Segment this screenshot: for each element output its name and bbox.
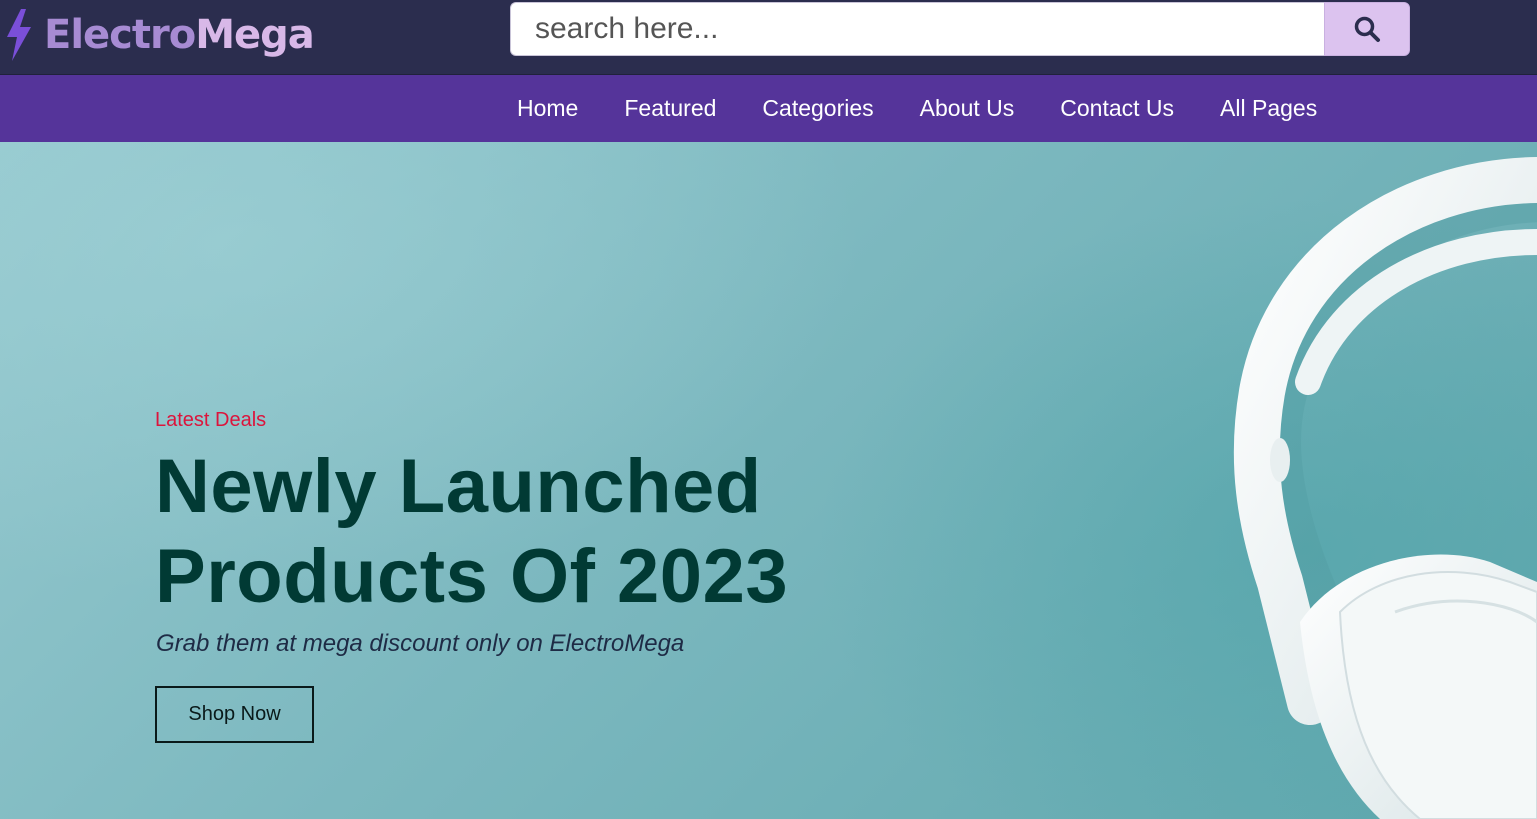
hero-headline-line1: Newly Launched bbox=[155, 444, 762, 529]
hero-headline-line2: Products Of 2023 bbox=[155, 534, 789, 619]
nav-link-featured[interactable]: Featured bbox=[601, 75, 739, 142]
top-header: Electro Mega bbox=[0, 0, 1537, 75]
lightning-bolt-icon bbox=[7, 9, 31, 61]
search-button[interactable] bbox=[1324, 2, 1410, 56]
nav-link-about-us[interactable]: About Us bbox=[897, 75, 1038, 142]
nav-item-featured: Featured bbox=[601, 75, 739, 142]
site-logo[interactable]: Electro Mega bbox=[4, 6, 315, 64]
search-input[interactable] bbox=[510, 2, 1324, 56]
nav-list: Home Featured Categories About Us Contac… bbox=[494, 75, 1340, 142]
hero-eyebrow: Latest Deals bbox=[155, 409, 267, 431]
nav-item-categories: Categories bbox=[739, 75, 896, 142]
magnifier-icon bbox=[1354, 16, 1380, 42]
main-nav: Home Featured Categories About Us Contac… bbox=[0, 75, 1537, 142]
logo-text-mega: Mega bbox=[195, 12, 315, 58]
nav-item-about: About Us bbox=[897, 75, 1038, 142]
nav-link-contact-us[interactable]: Contact Us bbox=[1037, 75, 1197, 142]
headphones-image bbox=[1233, 157, 1537, 819]
hero-headline: Newly Launched Products Of 2023 bbox=[155, 442, 915, 622]
search-bar bbox=[510, 2, 1410, 56]
nav-link-categories[interactable]: Categories bbox=[739, 75, 896, 142]
hero-banner: Latest Deals Newly Launched Products Of … bbox=[0, 142, 1537, 819]
nav-link-home[interactable]: Home bbox=[494, 75, 601, 142]
logo-text-electro: Electro bbox=[44, 12, 196, 58]
nav-item-all-pages: All Pages bbox=[1197, 75, 1340, 142]
nav-link-all-pages[interactable]: All Pages bbox=[1197, 75, 1340, 142]
logo-text: Electro Mega bbox=[44, 12, 315, 58]
hero-subheading: Grab them at mega discount only on Elect… bbox=[156, 630, 685, 657]
nav-item-home: Home bbox=[494, 75, 601, 142]
shop-now-button[interactable]: Shop Now bbox=[155, 686, 314, 743]
nav-item-contact: Contact Us bbox=[1037, 75, 1197, 142]
